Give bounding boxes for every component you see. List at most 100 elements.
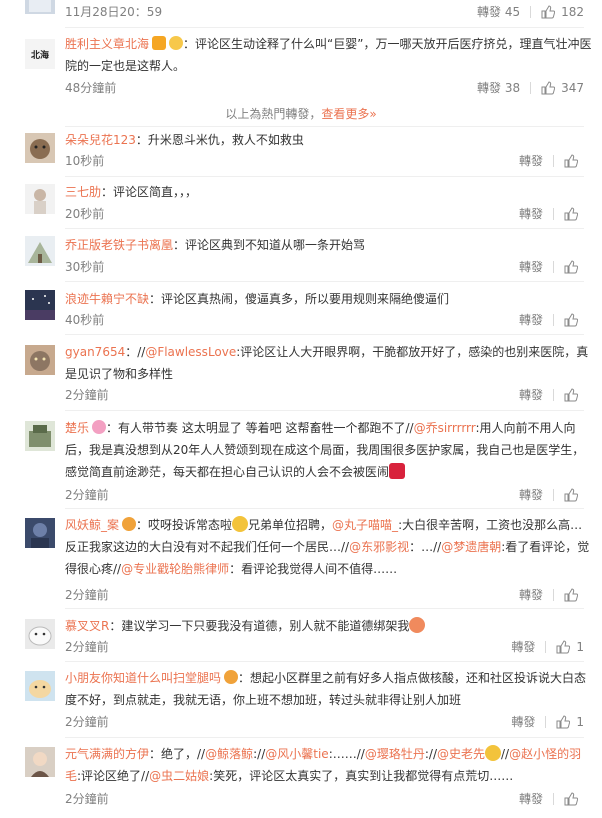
mention-link[interactable]: @璎珞牡丹 [365, 747, 425, 761]
comment-username[interactable]: gyan7654 [65, 345, 125, 359]
divider [553, 589, 554, 601]
like-icon[interactable] [564, 260, 578, 274]
avatar[interactable] [25, 0, 55, 14]
forward-button[interactable]: 轉發 [511, 639, 535, 655]
comment-actions: 轉發 [519, 487, 584, 503]
divider [65, 228, 584, 229]
comment-text: 元气满满的方伊：绝了，//@鲸落鲸://@风小馨tie:……//@璎珞牡丹://… [65, 745, 582, 783]
more-hot-banner: 以上為熱門轉發，查看更多» [225, 107, 377, 121]
divider [530, 6, 532, 18]
divider [65, 737, 584, 738]
mention-link[interactable]: @FlawlessLove [145, 345, 236, 359]
comment-time: 20秒前 [65, 207, 105, 221]
like-icon[interactable] [556, 640, 571, 654]
like-icon[interactable] [564, 313, 578, 327]
comment-username[interactable]: 浪迹牛賴宁不缺 [65, 292, 149, 306]
like-icon[interactable] [564, 207, 578, 221]
comment-username[interactable]: 慕叉叉R [65, 619, 109, 633]
comment-username[interactable]: 楚乐 [65, 421, 89, 435]
comment-time: 2分鐘前 [65, 488, 109, 502]
divider [65, 176, 584, 177]
like-count: 347 [561, 81, 584, 95]
comment-username[interactable]: 朵朵兒花123 [65, 133, 136, 147]
divider [545, 641, 547, 653]
divider [65, 410, 584, 411]
like-icon[interactable] [541, 5, 556, 19]
list-item: 乔正版老铁子书离凰：评论区典到不知道从哪一条开始骂 30秒前 轉發 [0, 233, 602, 277]
forward-button[interactable]: 轉發 [519, 387, 543, 403]
comment-time: 2分鐘前 [65, 388, 109, 402]
mention-link[interactable]: @梦遗唐朝 [441, 540, 501, 554]
divider [553, 389, 554, 401]
avatar[interactable] [25, 133, 55, 163]
forward-button[interactable]: 轉發 45 [477, 4, 520, 20]
comment-username[interactable]: 风妖鲸_案 [65, 518, 119, 532]
mention-link[interactable]: @虫二姑娘 [149, 769, 209, 783]
comment-actions: 轉發 [519, 312, 584, 328]
divider [65, 281, 584, 282]
avatar[interactable] [25, 619, 55, 649]
comment-actions: 轉發 [519, 206, 584, 222]
forward-button[interactable]: 轉發 [511, 714, 535, 730]
angry-emoji-icon [409, 617, 426, 633]
divider [553, 489, 554, 501]
mention-link[interactable]: @东邪影视 [349, 540, 409, 554]
divider [65, 27, 584, 28]
divider [530, 82, 532, 94]
avatar[interactable] [25, 518, 55, 548]
comment-text: 乔正版老铁子书离凰：评论区典到不知道从哪一条开始骂 [65, 238, 366, 252]
comment-username[interactable]: 乔正版老铁子书离凰 [65, 238, 173, 252]
divider [553, 155, 554, 167]
like-icon[interactable] [564, 154, 578, 168]
comment-username[interactable]: 三七肋 [65, 185, 101, 199]
divider [553, 314, 554, 326]
mention-link[interactable]: @史老先 [437, 747, 485, 761]
forward-button[interactable]: 轉發 [519, 259, 543, 275]
avatar[interactable] [25, 345, 55, 375]
like-icon[interactable] [564, 388, 578, 402]
mention-link[interactable]: @丸子喵喵_ [332, 518, 398, 532]
forward-button[interactable]: 轉發 [519, 587, 543, 603]
comment-actions: 轉發 [519, 387, 584, 403]
avatar[interactable] [25, 421, 55, 451]
mention-link[interactable]: @鲸落鲸 [205, 747, 253, 761]
forward-button[interactable]: 轉發 38 [477, 80, 520, 96]
mention-link[interactable]: @专业戳轮胎熊律师 [121, 562, 229, 576]
svg-text:北海: 北海 [31, 49, 49, 61]
forward-button[interactable]: 轉發 [519, 206, 543, 222]
comment-username[interactable]: 小朋友你知道什么叫扫堂腿吗 [65, 671, 221, 685]
divider [65, 661, 584, 662]
avatar[interactable] [25, 671, 55, 701]
crown-icon [224, 670, 239, 684]
comment-username[interactable]: 元气满满的方伊 [65, 747, 149, 761]
comment-time: 10秒前 [65, 154, 105, 168]
avatar[interactable] [25, 747, 55, 777]
comment-time: 30秒前 [65, 260, 105, 274]
divider [65, 334, 584, 335]
comment-text: 风妖鲸_案 ：哎呀投诉常态啦 兄弟单位招聘，@丸子喵喵_:大白很辛苦啊，工资也没那么… [65, 516, 590, 576]
forward-button[interactable]: 轉發 [519, 487, 543, 503]
medal-icon [169, 36, 184, 50]
list-item: 朵朵兒花123：升米恩斗米仇，救人不如救虫 10秒前 轉發 [0, 128, 602, 172]
like-icon[interactable] [564, 588, 578, 602]
forward-button[interactable]: 轉發 [519, 312, 543, 328]
mention-link[interactable]: @风小馨tie [265, 747, 328, 761]
like-icon[interactable] [556, 715, 571, 729]
forward-button[interactable]: 轉發 [519, 791, 543, 807]
avatar[interactable] [25, 236, 55, 266]
like-icon[interactable] [564, 488, 578, 502]
like-icon[interactable] [541, 81, 556, 95]
comment-time: 2分鐘前 [65, 792, 109, 806]
mention-link[interactable]: @乔sirrrrrr [414, 421, 476, 435]
forward-button[interactable]: 轉發 [519, 153, 543, 169]
avatar[interactable] [25, 184, 55, 214]
avatar[interactable]: 北海 [25, 39, 55, 69]
comment-text: 楚乐 ：有人带节奏 这太明显了 等着吧 这帮畜牲一个都跑不了//@乔sirrrrr… [65, 420, 585, 479]
comment-username[interactable]: 胜利主义章北海 [65, 37, 149, 51]
avatar[interactable] [25, 290, 55, 320]
like-icon[interactable] [564, 792, 578, 806]
view-more-link[interactable]: 查看更多» [321, 107, 376, 121]
divider [553, 208, 554, 220]
list-item: 楚乐 ：有人带节奏 这太明显了 等着吧 这帮畜牲一个都跑不了//@乔sirrrrr… [0, 416, 602, 504]
comment-text: 慕叉叉R：建议学习一下只要我没有道德，别人就不能道德绑架我 [65, 615, 592, 637]
